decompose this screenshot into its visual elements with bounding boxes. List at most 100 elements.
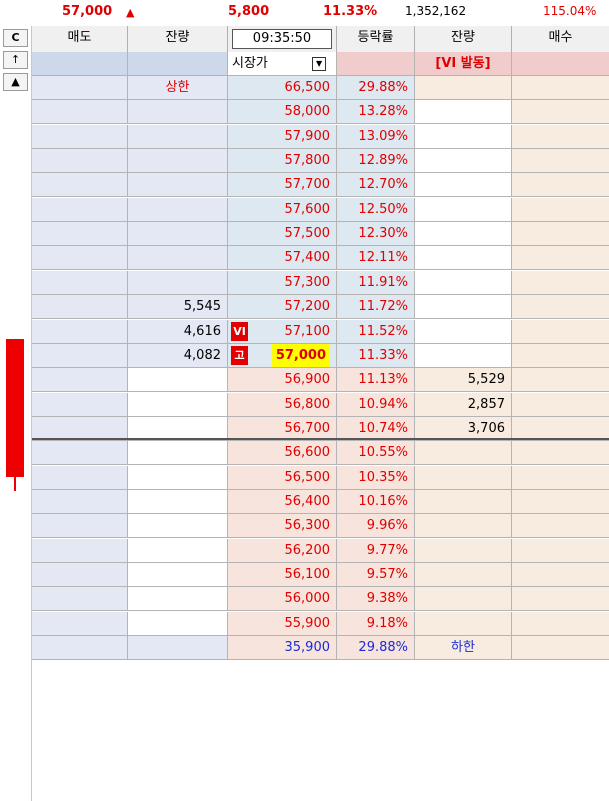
sell-qty-cell[interactable] <box>128 393 228 417</box>
sell-qty-cell[interactable] <box>128 587 228 611</box>
sell-qty-cell[interactable] <box>128 100 228 124</box>
price-cell[interactable]: 57,400 <box>228 246 337 270</box>
top-sell-qty-cell <box>128 52 228 76</box>
sell-qty-cell[interactable]: 5,545 <box>128 295 228 319</box>
buy-cell <box>512 344 609 368</box>
buy-qty-cell[interactable] <box>415 149 512 173</box>
sell-qty-cell[interactable] <box>128 125 228 149</box>
price-cell[interactable]: 56,300 <box>228 514 337 538</box>
header-time[interactable]: 09:35:50 <box>228 26 337 52</box>
buy-qty-cell[interactable] <box>415 100 512 124</box>
buy-qty-cell[interactable] <box>415 514 512 538</box>
buy-cell <box>512 198 609 222</box>
price-value: 56,400 <box>284 494 331 509</box>
price-cell[interactable]: 56,800 <box>228 393 337 417</box>
buy-qty-cell[interactable] <box>415 612 512 636</box>
price-cell[interactable]: 56,400 <box>228 490 337 514</box>
buy-qty-cell[interactable] <box>415 198 512 222</box>
price-cell[interactable]: 57,500 <box>228 222 337 246</box>
price-value: 56,700 <box>284 421 331 436</box>
sell-qty-cell[interactable] <box>128 271 228 295</box>
sell-cell <box>32 125 128 149</box>
price-cell[interactable]: 56,900 <box>228 368 337 392</box>
buy-cell <box>512 514 609 538</box>
buy-qty-cell[interactable] <box>415 539 512 563</box>
buy-qty-cell[interactable] <box>415 76 512 100</box>
price-cell[interactable]: 35,900 <box>228 636 337 660</box>
buy-qty-cell[interactable] <box>415 320 512 344</box>
price-cell[interactable]: 56,000 <box>228 587 337 611</box>
sell-qty-cell[interactable]: 4,082 <box>128 344 228 368</box>
sell-cell <box>32 344 128 368</box>
buy-qty-cell[interactable]: 하한 <box>415 636 512 660</box>
sell-qty-cell[interactable] <box>128 490 228 514</box>
buy-qty-cell[interactable] <box>415 173 512 197</box>
buy-qty-cell[interactable] <box>415 295 512 319</box>
buy-qty-cell[interactable] <box>415 587 512 611</box>
price-cell[interactable]: 56,500 <box>228 466 337 490</box>
sell-cell <box>32 368 128 392</box>
buy-qty-cell[interactable] <box>415 222 512 246</box>
sell-qty-cell[interactable] <box>128 636 228 660</box>
sell-qty-cell[interactable] <box>128 539 228 563</box>
buy-qty-cell[interactable] <box>415 344 512 368</box>
buy-qty-cell[interactable] <box>415 246 512 270</box>
sell-qty-cell[interactable] <box>128 612 228 636</box>
price-cell[interactable]: 66,500 <box>228 76 337 100</box>
sell-cell <box>32 539 128 563</box>
sell-qty-cell[interactable] <box>128 563 228 587</box>
sell-qty-cell[interactable]: 상한 <box>128 76 228 100</box>
buy-cell <box>512 149 609 173</box>
sell-qty-cell[interactable] <box>128 368 228 392</box>
buy-qty-cell[interactable]: 2,857 <box>415 393 512 417</box>
sell-qty-cell[interactable] <box>128 246 228 270</box>
price-change: 5,800 <box>228 4 270 19</box>
market-select-label: 시장가 <box>232 56 268 71</box>
price-value: 57,200 <box>284 299 331 314</box>
sell-qty-cell[interactable]: 4,616 <box>128 320 228 344</box>
price-cell[interactable]: 57,800 <box>228 149 337 173</box>
c-button[interactable]: C <box>3 29 28 47</box>
price-cell[interactable]: 56,600 <box>228 441 337 465</box>
rate-cell: 13.09% <box>337 125 415 149</box>
price-cell[interactable]: 55,900 <box>228 612 337 636</box>
time-display: 09:35:50 <box>232 29 332 49</box>
buy-qty-cell[interactable] <box>415 441 512 465</box>
sell-qty-cell[interactable] <box>128 514 228 538</box>
buy-qty-cell[interactable]: 5,529 <box>415 368 512 392</box>
sell-qty-cell[interactable] <box>128 441 228 465</box>
price-cell[interactable]: 58,000 <box>228 100 337 124</box>
header-rate: 등락률 <box>337 26 415 52</box>
buy-qty-cell[interactable] <box>415 125 512 149</box>
price-cell[interactable]: 57,300 <box>228 271 337 295</box>
buy-cell <box>512 563 609 587</box>
price-cell[interactable]: VI 57,100 <box>228 320 337 344</box>
sell-qty-cell[interactable] <box>128 222 228 246</box>
price-cell[interactable]: 57,900 <box>228 125 337 149</box>
sell-qty-cell[interactable] <box>128 466 228 490</box>
price-cell[interactable]: 57,200 <box>228 295 337 319</box>
rate-cell: 9.77% <box>337 539 415 563</box>
buy-qty-cell[interactable] <box>415 490 512 514</box>
rate-cell: 9.96% <box>337 514 415 538</box>
sell-qty-cell[interactable] <box>128 173 228 197</box>
price-summary-bar: 57,000 ▲ 5,800 11.33% 1,352,162 115.04% <box>0 0 609 26</box>
vi-tag-icon: VI <box>231 322 248 341</box>
price-cell[interactable]: 57,700 <box>228 173 337 197</box>
price-cell[interactable]: 56,200 <box>228 539 337 563</box>
buy-qty-cell[interactable] <box>415 271 512 295</box>
price-value: 56,000 <box>284 591 331 606</box>
buy-qty-cell[interactable] <box>415 563 512 587</box>
up-arrow-button[interactable]: ↑ <box>3 51 28 69</box>
sell-qty-cell[interactable] <box>128 198 228 222</box>
price-cell[interactable]: 57,600 <box>228 198 337 222</box>
price-cell[interactable]: 56,100 <box>228 563 337 587</box>
price-value: 56,500 <box>284 470 331 485</box>
sell-qty-cell[interactable] <box>128 149 228 173</box>
chevron-down-icon[interactable]: ▼ <box>312 56 327 71</box>
price-value: 56,100 <box>284 567 331 582</box>
triangle-button[interactable]: ▲ <box>3 73 28 91</box>
buy-qty-cell[interactable] <box>415 466 512 490</box>
price-cell[interactable]: 고 57,000 <box>228 344 337 368</box>
market-order-select[interactable]: 시장가 ▼ <box>228 52 337 76</box>
